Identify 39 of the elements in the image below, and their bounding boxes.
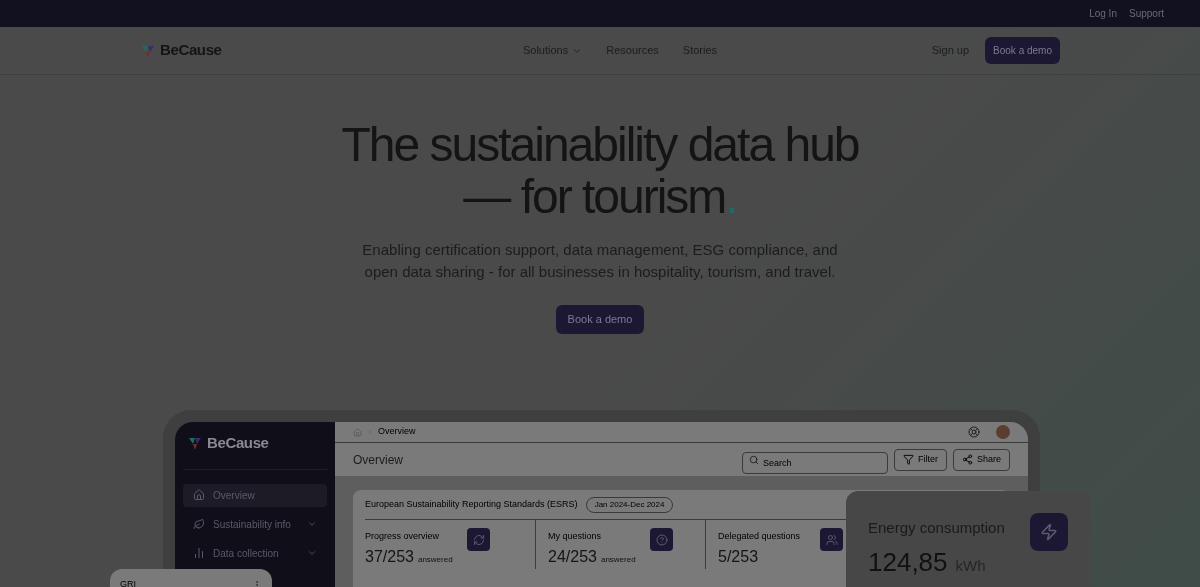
home-icon [193,489,205,501]
toolbar-button[interactable]: Filter [893,448,947,471]
bar-chart-icon [193,547,205,559]
stat-value: 37/253 [365,547,414,567]
book-demo-button[interactable]: Book a demo [555,305,645,334]
stat-value: 5/253 [718,547,759,567]
refresh-icon [472,533,485,546]
leaf-icon [193,518,205,530]
toolbar-button[interactable]: Share [952,448,1010,471]
lightning-icon [1040,523,1058,541]
top-link[interactable]: Log In [1089,6,1117,21]
logo-icon [187,435,203,452]
users-icon [825,533,838,546]
share-icon [961,454,973,466]
sidebar-item[interactable]: Overview [183,483,327,507]
question-icon [655,533,668,546]
sidebar-item[interactable]: Data collection [183,541,327,565]
filter-icon [902,454,914,466]
search-icon [748,454,759,465]
stat-label: My questions [548,530,602,543]
home-icon [353,427,362,437]
stat-label: Progress overview [365,530,440,543]
chevron-down-icon [307,548,317,558]
sidebar-item[interactable]: Sustainability info [183,512,327,536]
search-field[interactable]: Search [741,451,888,474]
chevron-down-icon [307,519,317,529]
book-demo-button[interactable]: Book a demo [985,37,1060,64]
top-link[interactable]: Support [1128,6,1164,21]
stat-label: Delegated questions [718,530,801,543]
card-title: European Sustainability Reporting Standards (ESRS) [365,497,578,511]
stat-suffix: answered [600,554,636,566]
page-title: Overview [353,451,404,469]
gri-title: GRI [120,578,136,587]
avatar[interactable] [996,425,1010,440]
stat-value: 24/253 [548,547,597,567]
logo-text: BeCause [207,433,269,453]
stat-suffix: answered [417,554,453,566]
breadcrumb[interactable]: Overview [378,425,416,439]
help-icon[interactable] [968,426,980,439]
